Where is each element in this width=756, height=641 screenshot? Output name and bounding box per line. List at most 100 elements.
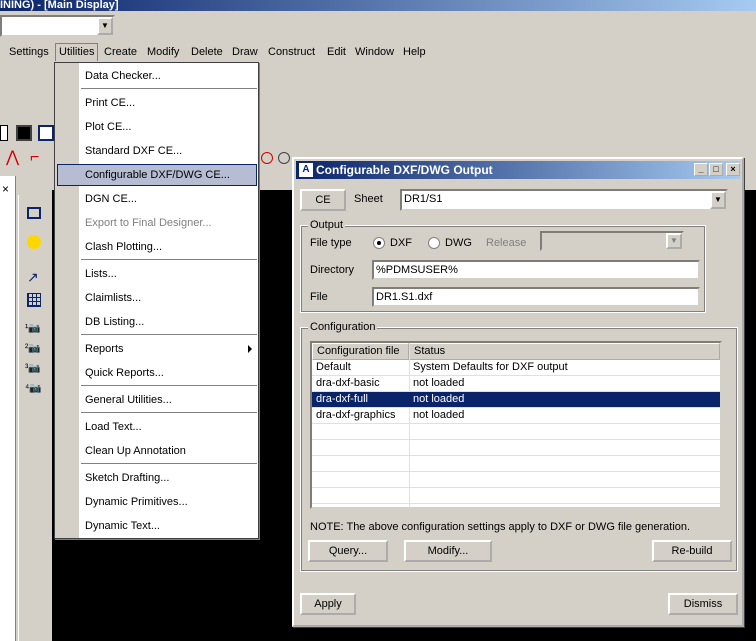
release-label: Release: [486, 237, 527, 249]
menu-construct[interactable]: Construct: [265, 43, 318, 61]
menu-item-reports[interactable]: Reports: [85, 340, 124, 358]
menu-item-print-ce[interactable]: Print CE...: [85, 94, 135, 112]
menubar: Settings Utilities Create Modify Delete …: [0, 43, 756, 61]
status-cell: System Defaults for DXF output: [413, 361, 568, 373]
menu-help[interactable]: Help: [400, 43, 429, 61]
arrow-icon[interactable]: ↗: [27, 269, 39, 286]
config-file-cell: dra-dxf-graphics: [316, 409, 396, 421]
column-header-configuration-file[interactable]: Configuration file: [312, 343, 409, 360]
camera-1-icon[interactable]: ¹📷: [25, 323, 41, 334]
directory-input[interactable]: %PDMSUSER%: [372, 260, 700, 280]
dialog-title-bar[interactable]: A Configurable DXF/DWG Output _ □ ×: [296, 161, 740, 179]
menu-item-quick-reports[interactable]: Quick Reports...: [85, 364, 164, 382]
menu-item-clash-plotting[interactable]: Clash Plotting...: [85, 238, 162, 256]
file-type-label: File type: [310, 237, 352, 249]
dxf-label: DXF: [390, 237, 412, 249]
line-draw-icon[interactable]: ⋀: [6, 150, 19, 166]
dialog-title: Configurable DXF/DWG Output: [316, 163, 493, 177]
submenu-arrow-icon: [248, 345, 252, 353]
menu-settings[interactable]: Settings: [6, 43, 52, 61]
modify-button[interactable]: Modify...: [404, 540, 492, 562]
menu-item-export-final-designer: Export to Final Designer...: [85, 217, 212, 229]
app-title: INING) - [Main Display]: [0, 0, 119, 11]
menu-delete[interactable]: Delete: [188, 43, 226, 61]
select-box-icon[interactable]: [27, 207, 41, 219]
menu-item-sketch-drafting[interactable]: Sketch Drafting...: [85, 469, 169, 487]
menu-edit[interactable]: Edit: [324, 43, 349, 61]
table-row[interactable]: Default System Defaults for DXF output: [312, 360, 720, 376]
release-select: ▼: [540, 231, 684, 251]
config-file-cell: dra-dxf-basic: [316, 377, 380, 389]
status-cell: not loaded: [413, 409, 465, 421]
utilities-dropdown: Data Checker... Print CE... Plot CE... S…: [54, 62, 259, 539]
status-cell: not loaded: [413, 377, 465, 389]
maximize-icon[interactable]: □: [709, 163, 723, 176]
table-row[interactable]: dra-dxf-graphics not loaded: [312, 408, 720, 424]
close-icon[interactable]: ×: [726, 163, 740, 176]
ce-button[interactable]: CE: [300, 189, 346, 211]
display-combo[interactable]: ▼: [0, 15, 115, 37]
menu-item-dgn-ce[interactable]: DGN CE...: [85, 190, 137, 208]
menu-item-dynamic-primitives[interactable]: Dynamic Primitives...: [85, 493, 188, 511]
camera-4-icon[interactable]: ⁴📷: [25, 383, 42, 394]
menu-item-configurable-dxf-dwg-ce[interactable]: Configurable DXF/DWG CE...: [85, 166, 230, 184]
file-input[interactable]: DR1.S1.dxf: [372, 287, 700, 307]
column-header-status[interactable]: Status: [409, 343, 720, 360]
close-icon[interactable]: ×: [2, 182, 9, 196]
menu-utilities[interactable]: Utilities: [55, 43, 99, 61]
camera-2-icon[interactable]: ²📷: [25, 343, 41, 354]
file-label: File: [310, 291, 328, 303]
menu-item-lists[interactable]: Lists...: [85, 265, 117, 283]
save-icon[interactable]: [16, 125, 32, 141]
dxf-dwg-output-dialog: A Configurable DXF/DWG Output _ □ × CE S…: [292, 157, 744, 627]
menu-create[interactable]: Create: [101, 43, 140, 61]
directory-label: Directory: [310, 264, 355, 276]
app-title-bar: INING) - [Main Display]: [0, 0, 756, 11]
minimize-icon[interactable]: _: [694, 163, 708, 176]
config-file-cell: Default: [316, 361, 351, 373]
menu-item-load-text[interactable]: Load Text...: [85, 418, 142, 436]
menu-item-dynamic-text[interactable]: Dynamic Text...: [85, 517, 160, 535]
menu-item-data-checker[interactable]: Data Checker...: [85, 67, 161, 85]
configuration-group-label: Configuration: [308, 321, 378, 333]
table-row-selected[interactable]: dra-dxf-full not loaded: [312, 392, 720, 408]
vertical-toolbar: ↗ ¹📷 ²📷 ³📷 ⁴📷: [18, 195, 50, 641]
menu-item-db-listing[interactable]: DB Listing...: [85, 313, 144, 331]
rebuild-button[interactable]: Re-build: [652, 540, 732, 562]
menu-draw[interactable]: Draw: [229, 43, 261, 61]
dxf-radio[interactable]: [373, 237, 385, 249]
dwg-label: DWG: [445, 237, 472, 249]
menu-modify[interactable]: Modify: [144, 43, 182, 61]
new-icon[interactable]: [0, 125, 8, 141]
menu-window[interactable]: Window: [352, 43, 397, 61]
camera-3-icon[interactable]: ³📷: [25, 363, 41, 374]
toolbar-circle-icons[interactable]: [258, 150, 292, 166]
menu-item-standard-dxf-ce[interactable]: Standard DXF CE...: [85, 142, 182, 160]
menu-item-claimlists[interactable]: Claimlists...: [85, 289, 141, 307]
sheet-select[interactable]: DR1/S1 ▼: [400, 189, 728, 211]
query-button[interactable]: Query...: [308, 540, 388, 562]
explorer-pane: ×: [0, 176, 16, 641]
polyline-icon[interactable]: ⌐: [30, 150, 39, 166]
table-row[interactable]: dra-dxf-basic not loaded: [312, 376, 720, 392]
light-icon[interactable]: [27, 235, 41, 249]
grid-icon[interactable]: [27, 293, 41, 307]
chevron-down-icon: ▼: [666, 233, 682, 249]
menu-item-general-utilities[interactable]: General Utilities...: [85, 391, 172, 409]
configuration-table[interactable]: Configuration file Status Default System…: [310, 341, 722, 509]
config-file-cell: dra-dxf-full: [316, 393, 368, 405]
dwg-radio[interactable]: [428, 237, 440, 249]
configuration-note: NOTE: The above configuration settings a…: [310, 521, 691, 533]
apply-button[interactable]: Apply: [300, 593, 356, 615]
chevron-down-icon[interactable]: ▼: [97, 17, 113, 35]
menu-item-plot-ce[interactable]: Plot CE...: [85, 118, 131, 136]
chevron-down-icon[interactable]: ▼: [710, 191, 726, 209]
menu-item-clean-up-annotation[interactable]: Clean Up Annotation: [85, 442, 186, 460]
app-icon: A: [299, 163, 313, 177]
dismiss-button[interactable]: Dismiss: [668, 593, 738, 615]
output-group-label: Output: [308, 219, 346, 231]
sheet-label: Sheet: [354, 193, 383, 205]
status-cell: not loaded: [413, 393, 465, 405]
grid-table-icon[interactable]: [38, 125, 54, 141]
sheet-value: DR1/S1: [404, 193, 443, 205]
